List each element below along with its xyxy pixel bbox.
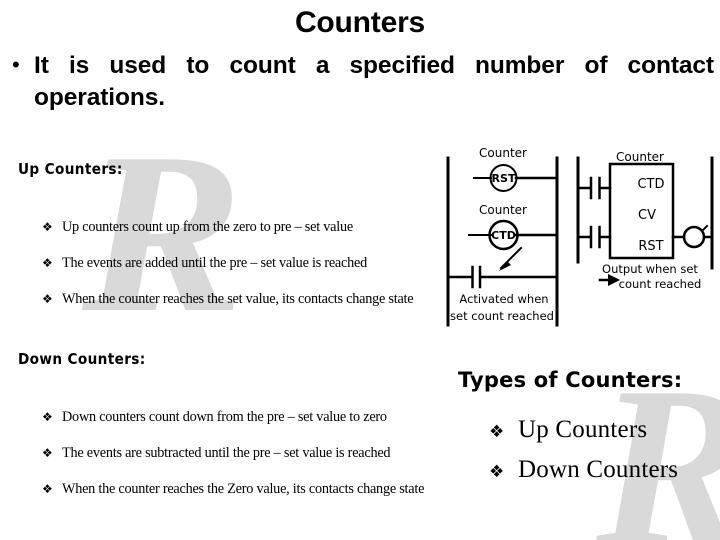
- up-counters-heading: Up Counters:: [18, 160, 123, 178]
- list-item: ❖ When the counter reaches the Zero valu…: [42, 481, 443, 517]
- diamond-bullet-icon: ❖: [42, 446, 53, 460]
- diamond-bullet-icon: ❖: [42, 292, 53, 306]
- slide-canvas: R R Counters • It is used to count a spe…: [0, 0, 720, 540]
- down-counters-heading: Down Counters:: [18, 350, 146, 368]
- right-caption-line2: count reached: [619, 277, 702, 291]
- block-row-ctd: CTD: [637, 177, 664, 192]
- list-item-label: Up Counters: [518, 416, 648, 443]
- diamond-bullet-icon: ❖: [42, 410, 53, 424]
- list-item-label: The events are subtracted until the pre …: [62, 445, 391, 461]
- ctd-coil-label: Counter: [479, 203, 527, 217]
- list-item: ❖ Up counters count up from the zero to …: [42, 219, 432, 255]
- bullet-dot-icon: •: [12, 52, 20, 77]
- block-row-cv: CV: [638, 208, 656, 223]
- list-item: ❖ Down Counters: [489, 456, 678, 496]
- diamond-bullet-icon: ❖: [42, 220, 53, 234]
- list-item-label: Down Counters: [518, 456, 679, 483]
- left-caption-line1: Activated when: [459, 292, 548, 306]
- intro-bullet: • It is used to count a specified number…: [8, 50, 714, 114]
- list-item: ❖ When the counter reaches the set value…: [42, 291, 432, 327]
- diamond-bullet-icon: ❖: [489, 462, 505, 482]
- ctd-coil-text: CTD: [491, 229, 516, 242]
- ctd-arrow-head-icon: [499, 261, 511, 271]
- list-item-label: Down counters count down from the pre – …: [62, 409, 387, 425]
- ladder-diagram-svg: Counter Counter Counter RST CTD CTD CV R…: [446, 146, 714, 327]
- rst-coil-text: RST: [492, 172, 516, 185]
- list-item: ❖ The events are added until the pre – s…: [42, 255, 432, 291]
- list-item: ❖ Up Counters: [489, 416, 678, 456]
- intro-text: It is used to count a specified number o…: [34, 52, 714, 111]
- left-caption-line2: set count reached: [450, 309, 554, 323]
- list-item: ❖ Down counters count down from the pre …: [42, 409, 443, 445]
- up-counters-list: ❖ Up counters count up from the zero to …: [42, 219, 432, 327]
- diamond-bullet-icon: ❖: [42, 482, 53, 496]
- output-coil-tick-icon: [701, 224, 709, 232]
- diamond-bullet-icon: ❖: [489, 422, 505, 442]
- list-item-label: The events are added until the pre – set…: [62, 255, 367, 271]
- diamond-bullet-icon: ❖: [42, 256, 53, 270]
- list-item: ❖ The events are subtracted until the pr…: [42, 445, 443, 481]
- right-caption-line1: Output when set: [602, 262, 698, 276]
- down-counters-list: ❖ Down counters count down from the pre …: [42, 409, 443, 517]
- rst-coil-label: Counter: [479, 146, 527, 160]
- list-item-label: When the counter reaches the set value, …: [62, 291, 414, 307]
- output-coil-icon: [682, 225, 706, 249]
- types-of-counters-heading: Types of Counters:: [458, 368, 683, 392]
- block-row-rst: RST: [638, 239, 663, 254]
- ladder-diagram-figure: Counter Counter Counter RST CTD CTD CV R…: [444, 140, 720, 335]
- types-of-counters-list: ❖ Up Counters ❖ Down Counters: [489, 416, 678, 496]
- list-item-label: Up counters count up from the zero to pr…: [62, 219, 353, 235]
- page-title: Counters: [294, 6, 426, 39]
- counter-block-label: Counter: [616, 150, 664, 164]
- list-item-label: When the counter reaches the Zero value,…: [62, 481, 425, 497]
